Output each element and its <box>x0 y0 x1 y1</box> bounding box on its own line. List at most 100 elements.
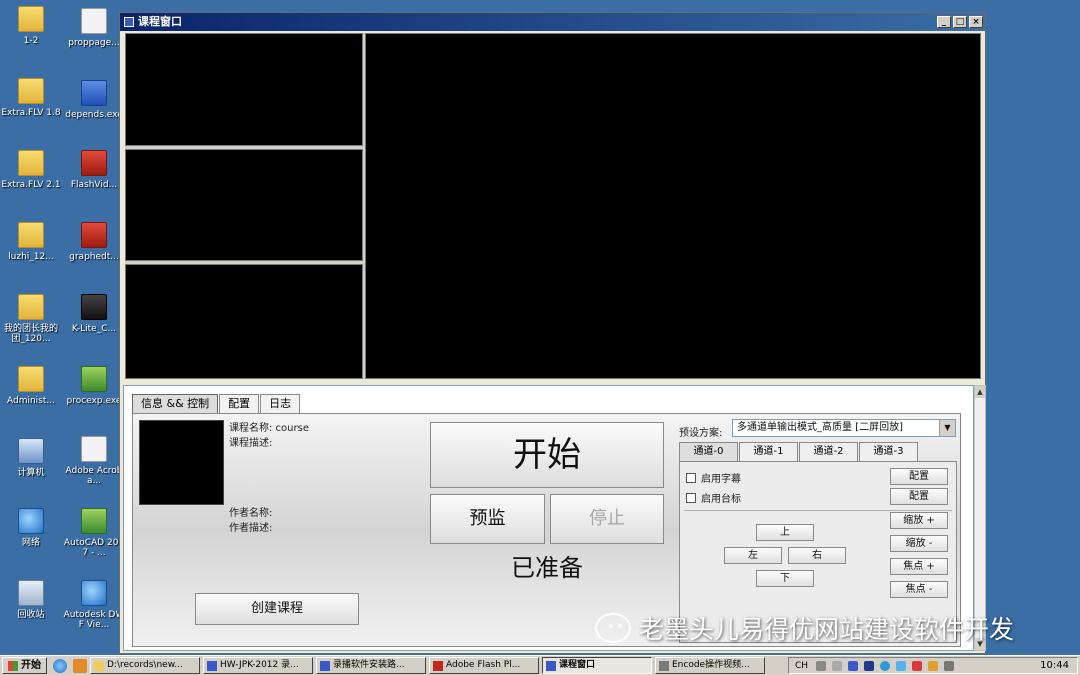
document-icon <box>207 660 217 671</box>
tab-config[interactable]: 配置 <box>219 394 260 413</box>
desktop-icon-label: Adobe Acroba... <box>65 466 123 486</box>
printer-icon[interactable] <box>832 660 843 671</box>
video-panel-2[interactable] <box>125 149 363 261</box>
subtitle-config-button[interactable]: 配置 <box>890 468 948 485</box>
scroll-up-icon[interactable]: ▲ <box>975 386 985 398</box>
ptz-up-button[interactable]: 上 <box>756 524 814 541</box>
desktop-icon-label: 计算机 <box>17 468 45 478</box>
desktop-icon-procexp[interactable]: procexp.exe <box>63 366 125 406</box>
minimize-button[interactable]: _ <box>937 16 951 28</box>
document-icon <box>320 660 330 671</box>
desktop-icon-label: procexp.exe <box>66 396 122 406</box>
control-tabs: 信息 && 控制 配置 日志 <box>132 394 301 413</box>
desktop-icon-graphedt[interactable]: graphedt... <box>63 222 125 262</box>
start-button-taskbar[interactable]: 开始 <box>2 657 47 674</box>
task-course-window[interactable]: 课程窗口 <box>542 657 652 674</box>
qq-icon[interactable] <box>928 660 939 671</box>
start-button[interactable]: 开始 <box>430 422 664 488</box>
depends-icon <box>81 80 107 106</box>
maximize-button[interactable]: □ <box>953 16 967 28</box>
desktop-icon-luzhi[interactable]: luzhi_12... <box>0 222 62 262</box>
propertypage-icon <box>81 8 107 34</box>
video-main-panel[interactable] <box>365 33 981 379</box>
ptz-right-button[interactable]: 右 <box>788 547 846 564</box>
tab-info-control[interactable]: 信息 && 控制 <box>132 394 219 413</box>
tab-channel-0[interactable]: 通道-0 <box>679 442 738 461</box>
zoom-out-button[interactable]: 缩放 - <box>890 535 948 552</box>
chevron-down-icon[interactable]: ▼ <box>939 420 955 436</box>
ie-icon[interactable] <box>53 658 67 673</box>
task-flash-player[interactable]: Adobe Flash Pl... <box>429 657 539 674</box>
desktop-icon-label: 1-2 <box>23 36 39 46</box>
preview-button[interactable]: 预监 <box>430 494 545 544</box>
task-hw-jpk[interactable]: HW-JPK-2012 录... <box>203 657 313 674</box>
desktop-icon-tuanzhang[interactable]: 我的团长我的团_120... <box>0 294 62 344</box>
desktop-icon-proppage[interactable]: proppage... <box>63 8 125 48</box>
network-icon[interactable] <box>880 660 891 671</box>
shield-icon[interactable] <box>848 660 859 671</box>
user-folder-icon <box>18 366 44 392</box>
autocad-icon <box>81 508 107 534</box>
media-player-icon[interactable] <box>73 658 87 673</box>
preset-label: 预设方案: <box>679 428 723 439</box>
desktop-icon-depends[interactable]: depends.exe <box>63 80 125 120</box>
app-tray-icon[interactable] <box>864 660 875 671</box>
enable-subtitle-checkbox[interactable]: 启用字幕 <box>686 470 741 485</box>
focus-out-button[interactable]: 焦点 - <box>890 581 948 598</box>
channel-tabs: 通道-0 通道-1 通道-2 通道-3 <box>679 442 919 461</box>
desktop-icon-computer[interactable]: 计算机 <box>0 438 62 478</box>
desktop-icon-klite[interactable]: K-Lite_C... <box>63 294 125 334</box>
tab-channel-2[interactable]: 通道-2 <box>799 442 858 461</box>
ptz-down-button[interactable]: 下 <box>756 570 814 587</box>
watermark-text: 老墨头儿易得优网站建设软件开发 <box>639 615 1015 644</box>
video-panel-3[interactable] <box>125 264 363 379</box>
desktop-icon-label: 我的团长我的团_120... <box>3 324 58 344</box>
computer-icon <box>18 438 44 464</box>
security-icon[interactable] <box>912 660 923 671</box>
preset-select[interactable]: 多通道单输出模式_高质量 [二屏回放] ▼ <box>732 419 956 437</box>
checkbox-box[interactable] <box>686 472 696 483</box>
start-label: 开始 <box>21 660 41 671</box>
stop-button[interactable]: 停止 <box>550 494 664 544</box>
tab-channel-1[interactable]: 通道-1 <box>739 442 798 461</box>
tab-log[interactable]: 日志 <box>260 394 301 413</box>
folder-icon <box>18 78 44 104</box>
zoom-in-button[interactable]: 缩放 + <box>890 512 948 529</box>
tab-channel-3[interactable]: 通道-3 <box>859 442 918 461</box>
desktop-icon-autocad[interactable]: AutoCAD 2007 - ... <box>63 508 125 558</box>
network-icon <box>18 508 44 534</box>
window-titlebar[interactable]: 课程窗口 _ □ × <box>120 13 985 31</box>
create-course-button[interactable]: 创建课程 <box>195 593 359 625</box>
app-icon <box>546 660 556 671</box>
desktop-icon-label: K-Lite_C... <box>71 324 117 334</box>
desktop-icon-dwf-viewer[interactable]: Autodesk DWF Vie... <box>63 580 125 630</box>
desktop-icon-network[interactable]: 网络 <box>0 508 62 548</box>
desktop-icon-label: graphedt... <box>69 252 119 262</box>
desktop-icon-flashvid[interactable]: FlashVid... <box>63 150 125 190</box>
desktop-icon-extra-flv-18[interactable]: Extra.FLV 1.8 <box>0 78 62 118</box>
checkbox-box[interactable] <box>686 492 696 503</box>
ptz-left-button[interactable]: 左 <box>724 547 782 564</box>
folder-icon <box>18 150 44 176</box>
display-icon[interactable] <box>896 660 907 671</box>
task-encode-video[interactable]: Encode操作视频... <box>655 657 765 674</box>
volume-icon[interactable] <box>944 660 955 671</box>
focus-in-button[interactable]: 焦点 + <box>890 558 948 575</box>
desktop-icon-extra-flv-21[interactable]: Extra.FLV 2.1 <box>0 150 62 190</box>
taskbar: 开始 D:\records\new... HW-JPK-2012 录... 录播… <box>0 655 1080 675</box>
enable-logo-checkbox[interactable]: 启用台标 <box>686 490 741 505</box>
task-records-folder[interactable]: D:\records\new... <box>90 657 200 674</box>
logo-config-button[interactable]: 配置 <box>890 488 948 505</box>
keyboard-icon[interactable] <box>816 660 827 671</box>
task-install-path[interactable]: 录播软件安装路... <box>316 657 426 674</box>
desktop-icon-acrobat[interactable]: Adobe Acroba... <box>63 436 125 486</box>
video-panel-1[interactable] <box>125 33 363 146</box>
desktop-icon-recycle-bin[interactable]: 回收站 <box>0 580 62 620</box>
close-button[interactable]: × <box>969 16 983 28</box>
desktop-icon-administrator[interactable]: Administ... <box>0 366 62 406</box>
preset-value: 多通道单输出模式_高质量 [二屏回放] <box>737 422 903 433</box>
language-indicator[interactable]: CH <box>795 661 808 671</box>
desktop-icon-1[interactable]: 1-2 <box>0 6 62 46</box>
desktop-icon-label: FlashVid... <box>70 180 118 190</box>
task-label: Adobe Flash Pl... <box>446 660 521 670</box>
